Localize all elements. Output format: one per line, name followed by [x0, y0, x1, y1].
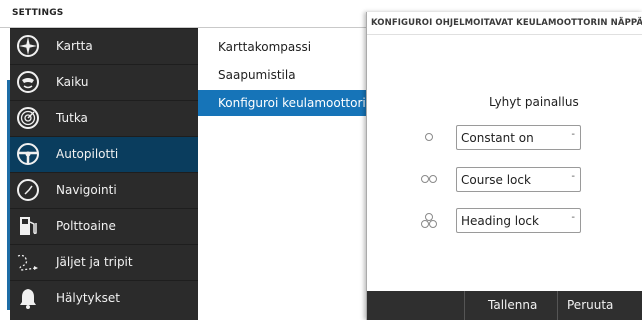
- triple-circle-icon: [421, 213, 437, 228]
- cancel-button[interactable]: Peruuta: [557, 291, 642, 320]
- sidebar-item-kaiku[interactable]: Kaiku: [10, 64, 198, 100]
- configure-keys-dialog: KONFIGUROI OHJELMOITAVAT KEULAMOOTTORIN …: [366, 12, 642, 320]
- sidebar-item-label: Tutka: [56, 111, 88, 125]
- select-value: Course lock: [461, 173, 531, 187]
- sidebar-item-label: Kartta: [56, 39, 93, 53]
- page-title: SETTINGS: [12, 8, 64, 18]
- navigation-compass-icon: [17, 179, 39, 201]
- single-circle-icon: [425, 133, 433, 141]
- short-press-select-1[interactable]: Constant on -: [456, 125, 581, 150]
- save-button-label: Tallenna: [488, 298, 538, 312]
- sidebar-item-polttoaine[interactable]: Polttoaine: [10, 208, 198, 244]
- menu-item-karttakompassi[interactable]: Karttakompassi: [198, 34, 378, 60]
- dialog-title: KONFIGUROI OHJELMOITAVAT KEULAMOOTTORIN …: [371, 18, 642, 28]
- sidebar-item-label: Autopilotti: [56, 147, 119, 161]
- menu-item-label: Karttakompassi: [218, 40, 312, 54]
- dropdown-arrow-icon: -: [571, 212, 575, 223]
- dropdown-arrow-icon: -: [571, 171, 575, 182]
- sidebar: Kartta Kaiku Tutka Autopilotti Navigoint…: [10, 28, 198, 320]
- sidebar-item-halytykset[interactable]: Hälytykset: [10, 280, 198, 316]
- cancel-button-label: Peruuta: [567, 298, 614, 312]
- sidebar-item-label: Navigointi: [56, 183, 117, 197]
- menu-item-label: Saapumistila: [218, 68, 296, 82]
- select-value: Constant on: [461, 131, 534, 145]
- column-header: Lyhyt painallus: [489, 95, 579, 109]
- sidebar-item-label: Kaiku: [56, 75, 89, 89]
- dialog-footer: Tallenna Peruuta: [367, 291, 642, 320]
- select-value: Heading lock: [461, 214, 539, 228]
- sidebar-item-tutka[interactable]: Tutka: [10, 100, 198, 136]
- steering-wheel-icon: [17, 143, 39, 165]
- double-circle-icon: [421, 175, 437, 183]
- save-button[interactable]: Tallenna: [464, 291, 557, 320]
- fuel-pump-icon: [20, 217, 37, 235]
- echo-sounder-icon: [17, 71, 39, 93]
- trail-icon: [17, 254, 38, 271]
- dialog-title-bar: KONFIGUROI OHJELMOITAVAT KEULAMOOTTORIN …: [367, 12, 642, 35]
- alarm-bell-icon: [20, 289, 36, 309]
- sidebar-item-navigointi[interactable]: Navigointi: [10, 172, 198, 208]
- dropdown-arrow-icon: -: [571, 129, 575, 140]
- sidebar-item-label: Hälytykset: [56, 291, 120, 305]
- menu-item-konfiguroi[interactable]: Konfiguroi keulamoottorin näppäimet: [198, 90, 442, 116]
- sidebar-item-label: Polttoaine: [56, 219, 116, 233]
- sidebar-item-autopilotti[interactable]: Autopilotti: [10, 136, 198, 172]
- sidebar-item-kartta[interactable]: Kartta: [10, 28, 198, 64]
- short-press-select-3[interactable]: Heading lock -: [456, 208, 581, 233]
- menu-item-saapumistila[interactable]: Saapumistila: [198, 62, 378, 88]
- radar-icon: [17, 107, 39, 129]
- sidebar-item-label: Jäljet ja tripit: [56, 255, 133, 269]
- sidebar-item-jaljet[interactable]: Jäljet ja tripit: [10, 244, 198, 280]
- short-press-select-2[interactable]: Course lock -: [456, 167, 581, 192]
- chart-compass-icon: [17, 35, 39, 57]
